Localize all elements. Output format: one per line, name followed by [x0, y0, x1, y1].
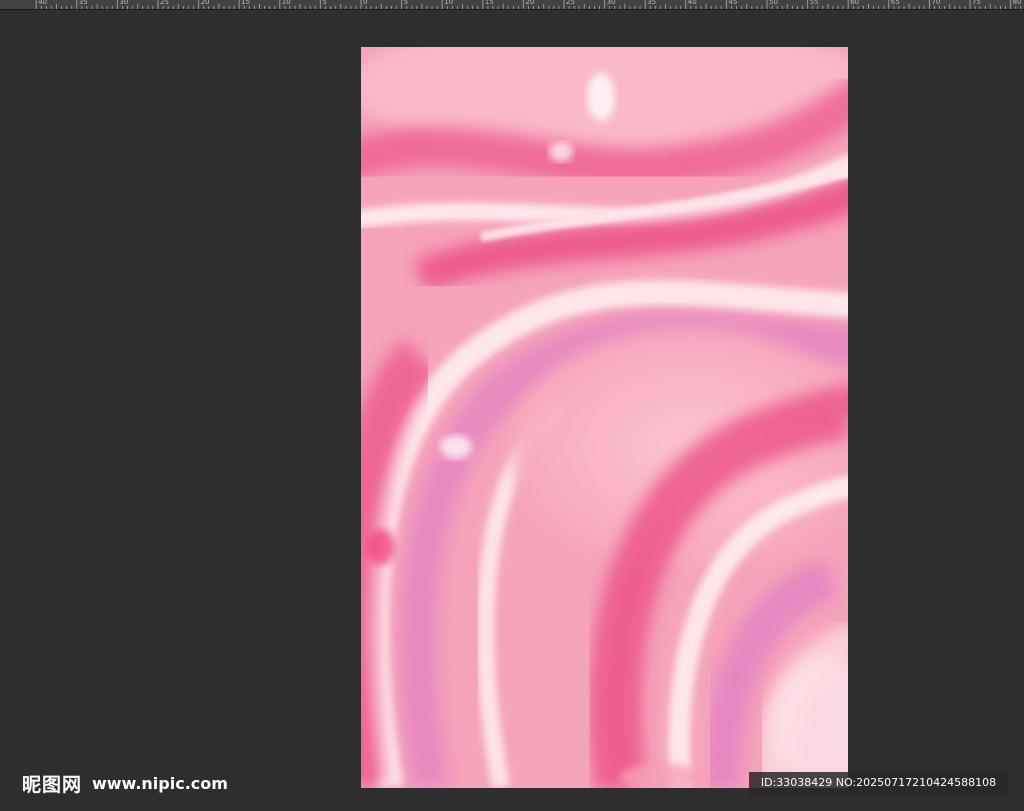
ruler-label: 50: [769, 0, 778, 6]
ruler-label: 35: [78, 0, 88, 6]
tie-dye-image: [361, 47, 848, 788]
ruler-ticks: [35, 0, 1022, 9]
ruler-label: 40: [38, 0, 48, 6]
ruler-label: 35: [647, 0, 657, 6]
ruler-label: 15: [241, 0, 251, 6]
ruler-label: 80: [1012, 0, 1022, 6]
ruler-label: 40: [687, 0, 697, 6]
canvas-workspace[interactable]: [0, 10, 1024, 811]
ruler-label: 5: [322, 0, 327, 6]
ruler-label: 0: [363, 0, 368, 6]
ruler-label: 25: [566, 0, 575, 6]
ruler-label: 45: [728, 0, 738, 6]
ruler-label: 25: [160, 0, 169, 6]
watermark-brand: 昵图网: [22, 773, 83, 796]
ruler-label: 70: [931, 0, 941, 6]
ruler-label: 10: [281, 0, 291, 6]
ruler-label: 30: [606, 0, 616, 6]
ruler-label: 75: [972, 0, 981, 6]
photoshop-window: 40 35 30 25 20 15 10 5 0 5 10 15 20 25 30 35 40 45 50 55 60 6…: [0, 0, 1024, 811]
ruler-label: 10: [444, 0, 454, 6]
ruler-label: 30: [119, 0, 129, 6]
ruler-label: 20: [200, 0, 210, 6]
ruler-label: 60: [850, 0, 860, 6]
watermark-id: ID:33038429 NO:20250717210424588108: [749, 772, 1008, 794]
watermark-site: www.nipic.com: [92, 773, 228, 793]
ruler-label: 65: [890, 0, 900, 6]
tie-dye-artwork[interactable]: [361, 47, 848, 788]
horizontal-ruler[interactable]: 40 35 30 25 20 15 10 5 0 5 10 15 20 25 30 35 40 45 50 55 60 6…: [0, 0, 1024, 10]
ruler-label: 55: [809, 0, 819, 6]
ruler-label: 20: [525, 0, 535, 6]
ruler-label: 15: [484, 0, 494, 6]
watermark-logo: 昵图网 www.nipic.com: [22, 771, 228, 796]
ruler-label: 5: [403, 0, 409, 6]
